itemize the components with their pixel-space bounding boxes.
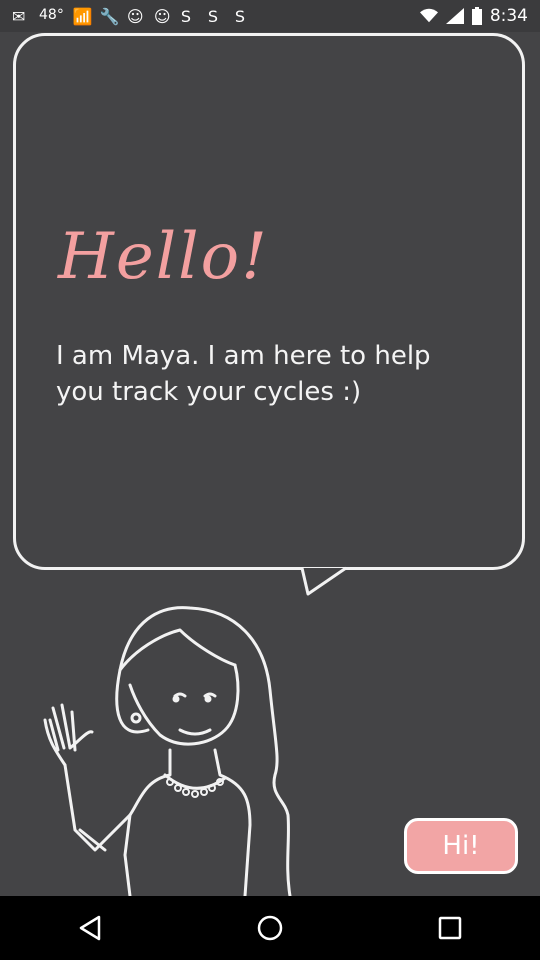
temperature-badge: 48° — [39, 7, 64, 23]
wifi-icon — [419, 8, 438, 23]
wrench-icon: 🔧 — [99, 7, 120, 26]
s-icon: S — [207, 7, 218, 26]
clock: 8:34 — [489, 6, 528, 26]
speech-bubble — [13, 33, 525, 570]
cell-signal-icon — [445, 8, 464, 24]
back-button[interactable] — [60, 898, 120, 958]
status-bar: ✉ 48° 📶 🔧 ☺ ☺ S S S 8:34 — [0, 0, 540, 32]
back-icon — [79, 915, 101, 941]
mail-icon: ✉ — [12, 7, 26, 26]
face-icon: ☺ — [126, 7, 144, 26]
s-icon: S — [234, 7, 245, 26]
home-icon — [257, 915, 283, 941]
recents-icon — [438, 916, 462, 940]
battery-icon — [471, 7, 482, 25]
hi-button[interactable]: Hi! — [404, 818, 518, 874]
signal-icon: 📶 — [72, 7, 93, 26]
maya-illustration — [43, 606, 292, 896]
face-icon: ☺ — [153, 7, 171, 26]
navigation-bar — [0, 896, 540, 960]
bubble-tail — [300, 566, 347, 596]
recents-button[interactable] — [420, 898, 480, 958]
greeting-text: Hello! — [58, 220, 269, 294]
s-icon: S — [180, 7, 191, 26]
notification-icons: ✉ 48° 📶 🔧 ☺ ☺ S S S — [12, 7, 253, 26]
home-button[interactable] — [240, 898, 300, 958]
intro-message: I am Maya. I am here to help you track y… — [56, 341, 431, 407]
